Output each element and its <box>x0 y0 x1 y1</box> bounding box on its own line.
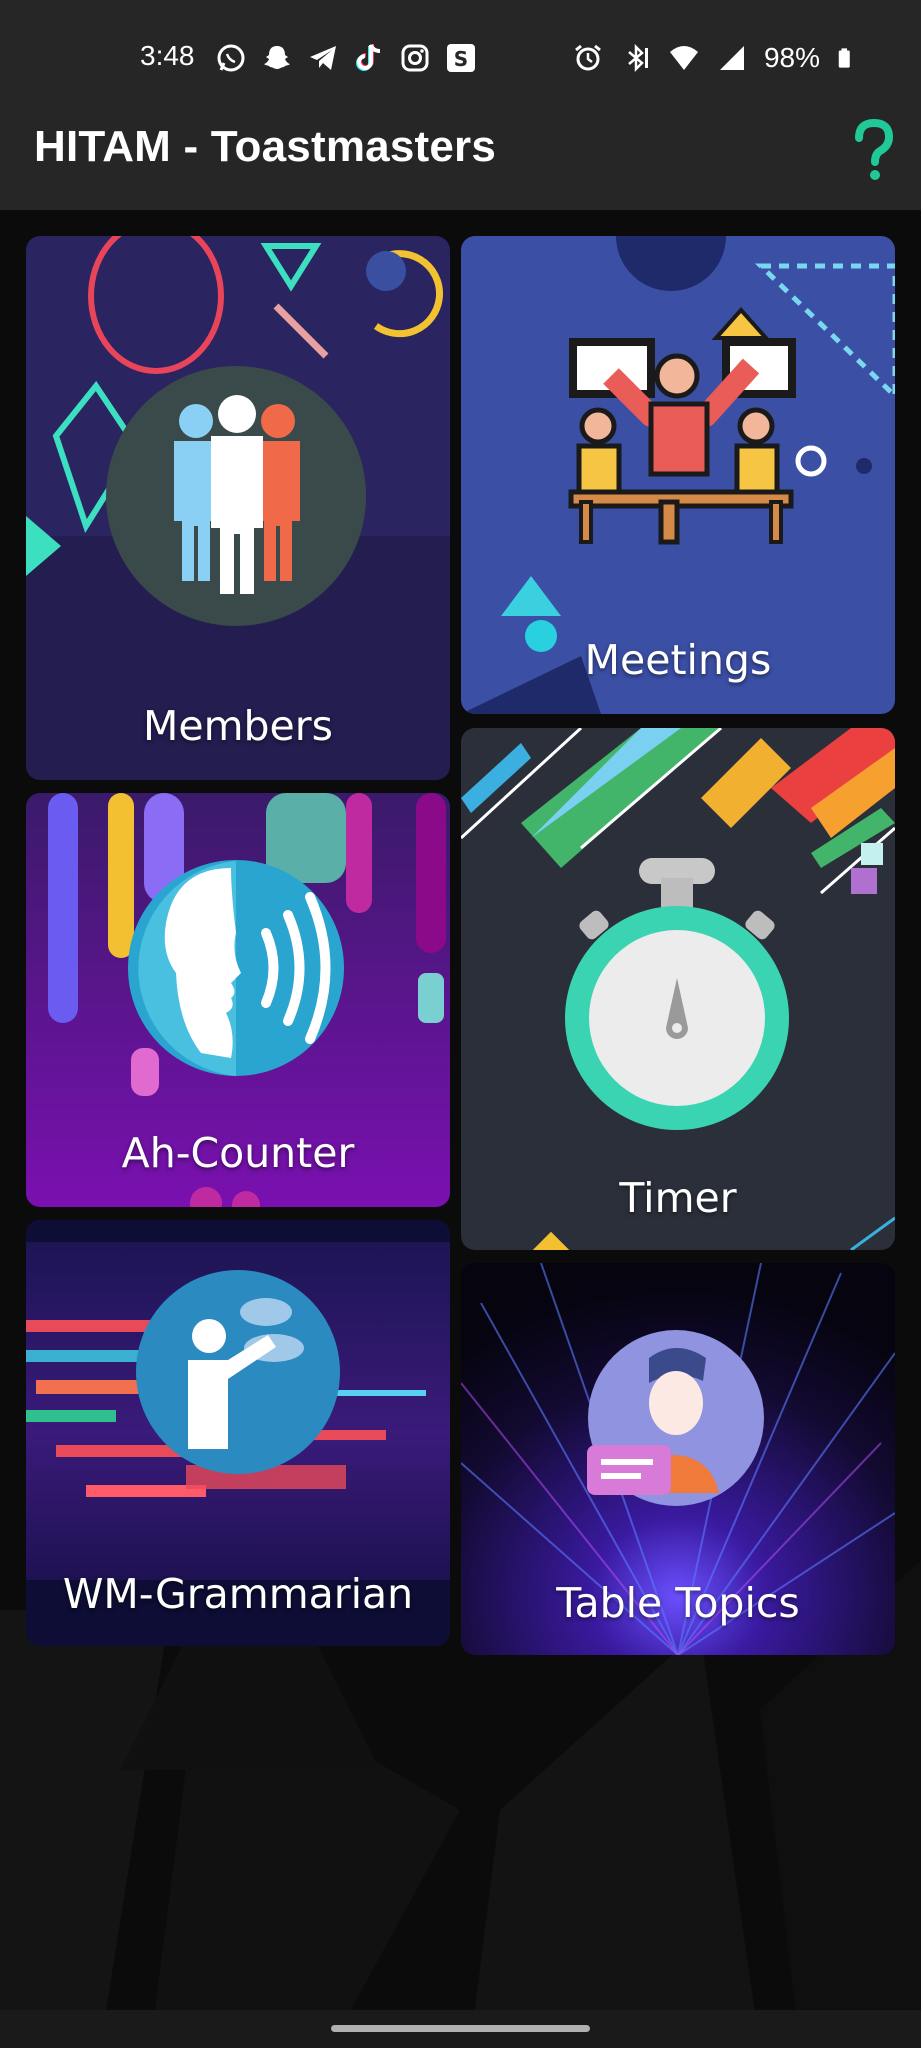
svg-text:S: S <box>454 47 468 71</box>
timer-label: Timer <box>619 1174 737 1222</box>
telegram-icon <box>310 46 336 70</box>
help-button[interactable] <box>849 118 899 184</box>
ah-counter-label: Ah-Counter <box>121 1129 355 1177</box>
timer-illustration <box>461 728 895 1250</box>
table-topics-card[interactable]: Table Topics <box>461 1263 895 1655</box>
members-illustration <box>26 236 450 780</box>
instagram-icon <box>401 44 429 72</box>
meetings-label: Meetings <box>584 636 772 684</box>
timer-card[interactable]: Timer <box>461 728 895 1250</box>
app-title: HITAM - Toastmasters <box>34 122 497 171</box>
status-time: 3:48 <box>140 40 195 71</box>
s-app-icon: S <box>447 44 475 72</box>
home-gesture-handle[interactable] <box>331 2025 590 2032</box>
meetings-card[interactable]: Meetings <box>461 236 895 714</box>
wifi-icon <box>669 46 698 70</box>
gesture-navigation-bar <box>0 2010 921 2048</box>
whatsapp-icon <box>217 44 245 72</box>
status-bar: 3:48 S 98% <box>0 0 921 100</box>
members-label: Members <box>142 702 333 750</box>
bluetooth-icon <box>628 43 648 73</box>
wm-grammarian-card[interactable]: WM-Grammarian <box>26 1220 450 1646</box>
app-bar: HITAM - Toastmasters <box>0 100 921 210</box>
wm-grammarian-label: WM-Grammarian <box>62 1570 414 1618</box>
tiktok-icon <box>356 44 381 71</box>
battery-icon <box>838 48 850 68</box>
alarm-icon <box>575 44 601 71</box>
signal-icon <box>719 46 744 70</box>
ah-counter-card[interactable]: Ah-Counter <box>26 793 450 1207</box>
battery-percentage: 98% <box>763 42 820 73</box>
snapchat-icon <box>264 46 290 69</box>
table-topics-label: Table Topics <box>556 1579 800 1627</box>
help-icon <box>855 118 894 180</box>
members-card[interactable]: Members <box>26 236 450 780</box>
